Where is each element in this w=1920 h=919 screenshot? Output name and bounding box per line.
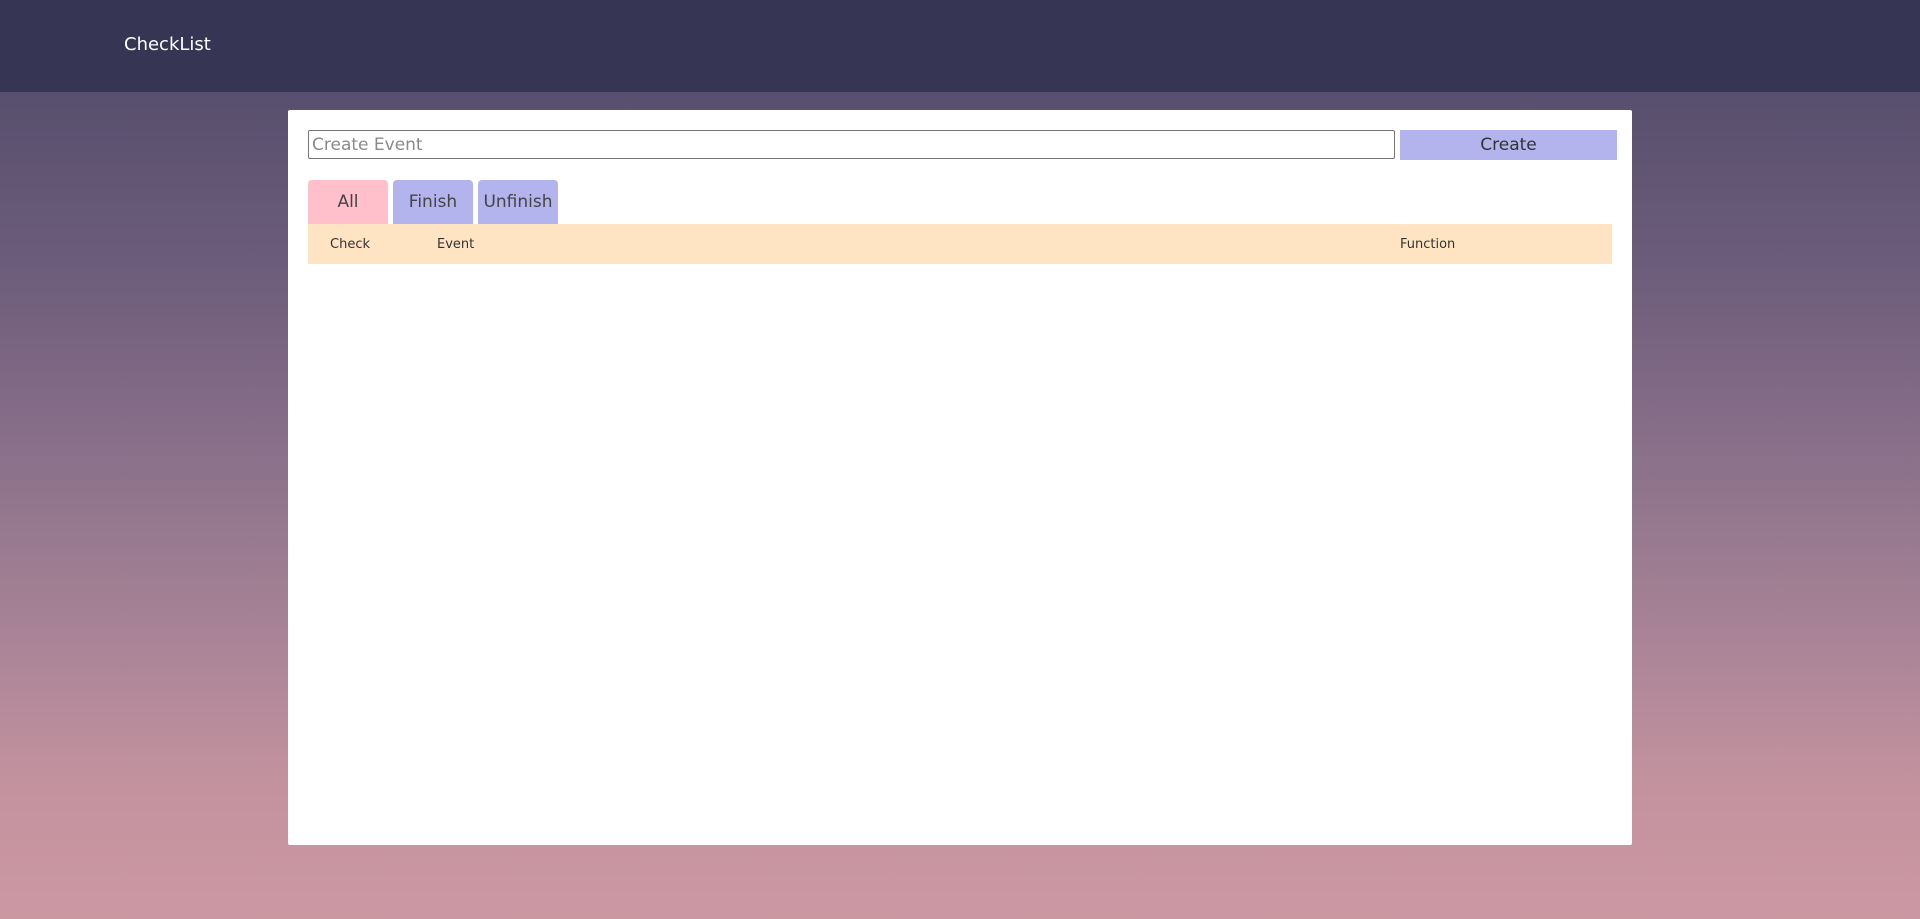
create-event-input[interactable] <box>308 130 1395 159</box>
create-button[interactable]: Create <box>1400 130 1617 160</box>
tab-finish[interactable]: Finish <box>393 180 473 224</box>
tab-unfinish[interactable]: Unfinish <box>478 180 558 224</box>
column-header-event: Event <box>437 237 475 252</box>
column-header-check: Check <box>330 237 370 252</box>
tab-all[interactable]: All <box>308 180 388 224</box>
top-bar: CheckList <box>0 0 1920 92</box>
table-header: Check Event Function <box>308 224 1612 264</box>
column-header-function: Function <box>1400 237 1456 252</box>
checklist-card: Create All Finish Unfinish Check Event F… <box>288 110 1632 845</box>
app-title: CheckList <box>124 34 211 55</box>
